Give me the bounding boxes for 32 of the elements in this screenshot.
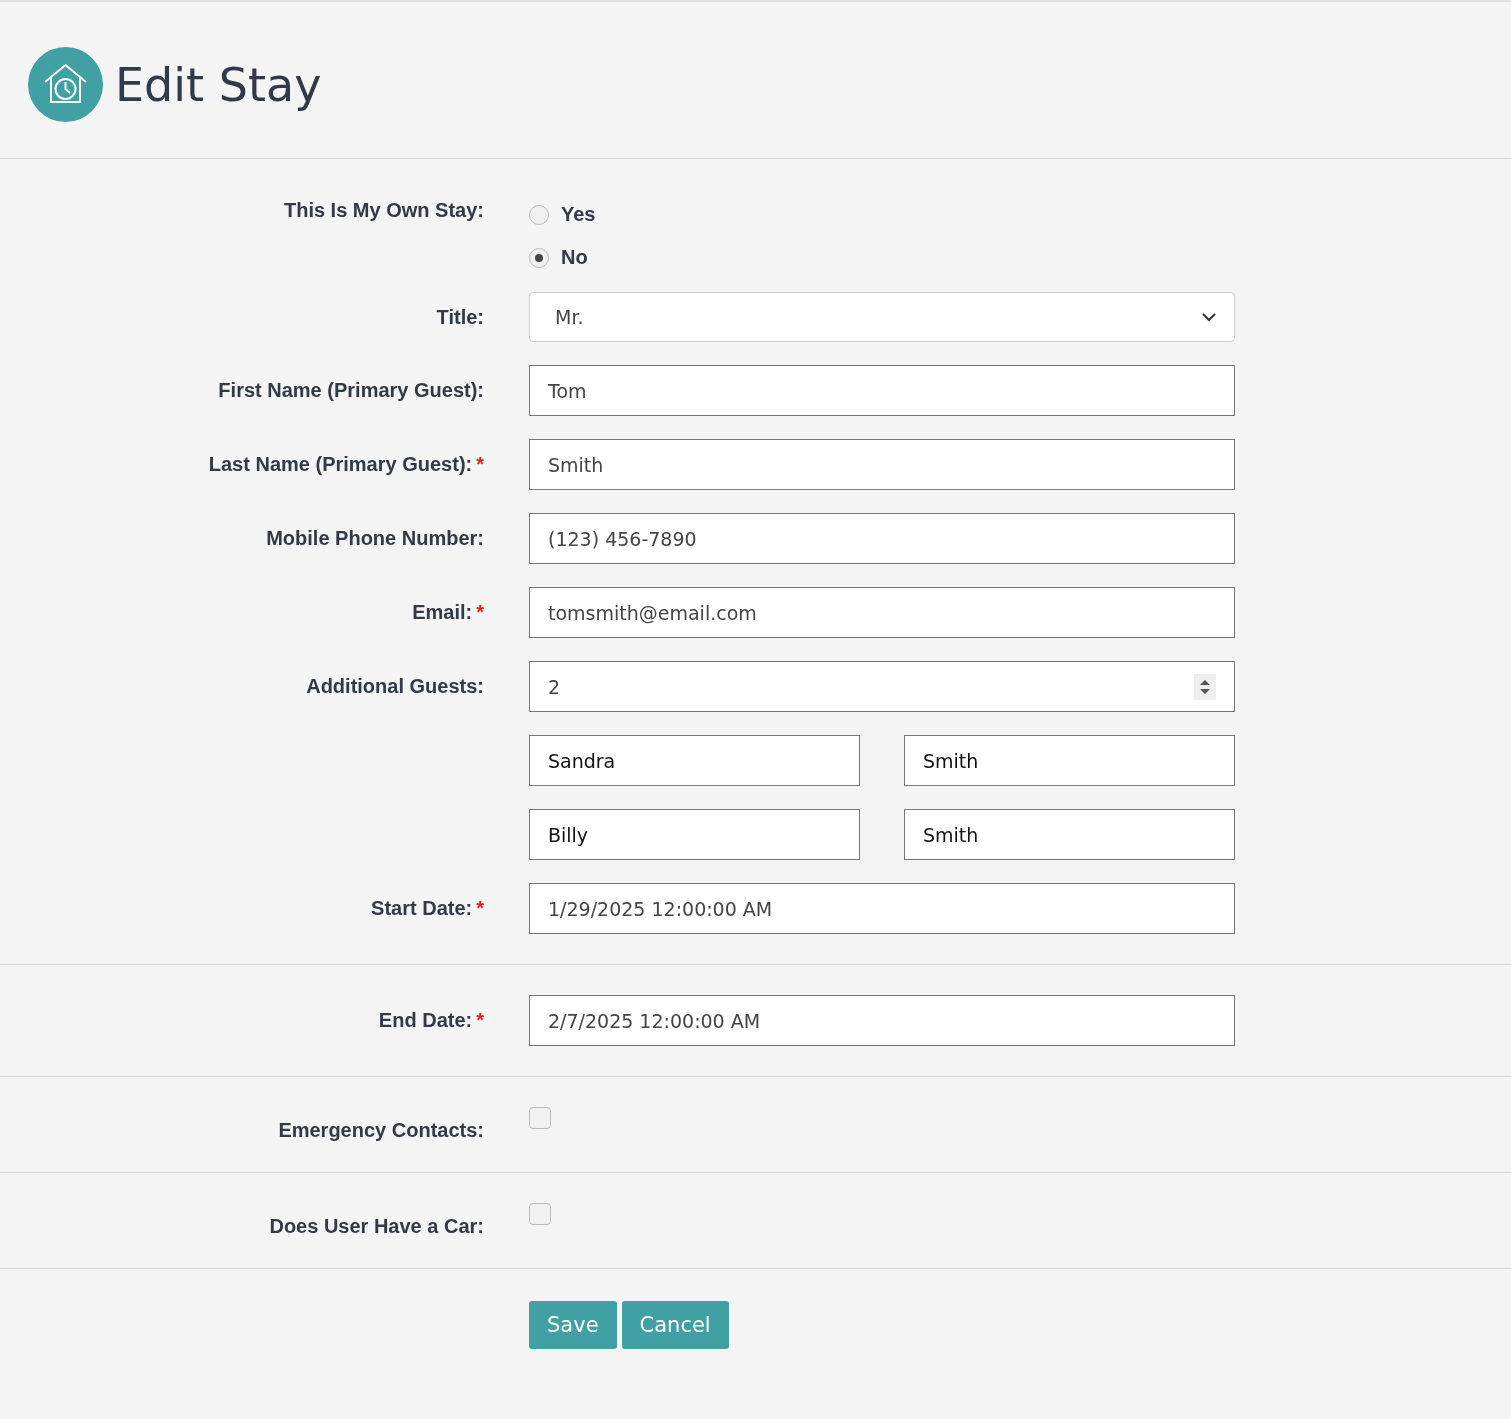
- field-label: Last Name (Primary Guest): *: [208, 453, 484, 476]
- input-field[interactable]: 2/7/2025 12:00:00 AM: [529, 995, 1235, 1046]
- checkbox[interactable]: [529, 1107, 551, 1129]
- field-label: Emergency Contacts:: [278, 1118, 484, 1142]
- field-label: This Is My Own Stay:: [283, 199, 484, 222]
- field-label: Title:: [436, 305, 484, 329]
- guest-last-name-field[interactable]: Smith: [904, 809, 1235, 860]
- chevron-down-icon: [1202, 312, 1216, 322]
- title-dropdown[interactable]: Mr.: [529, 292, 1235, 342]
- radio-button[interactable]: [529, 204, 549, 225]
- field-label: Mobile Phone Number:: [266, 527, 484, 550]
- input-field[interactable]: tomsmith@email.com: [529, 587, 1235, 638]
- page-title: Edit Stay: [115, 57, 322, 112]
- field-label: First Name (Primary Guest):: [218, 379, 484, 402]
- field-label: Start Date: *: [371, 897, 484, 920]
- radio-label: Yes: [561, 203, 596, 226]
- radio-button[interactable]: [529, 247, 549, 268]
- input-field[interactable]: 1/29/2025 12:00:00 AM: [529, 883, 1235, 934]
- guest-first-name-field[interactable]: Sandra: [529, 735, 860, 786]
- input-field[interactable]: Smith: [529, 439, 1235, 490]
- house-clock-icon: [28, 47, 103, 122]
- radio-label: No: [561, 246, 588, 269]
- field-label: Additional Guests:: [306, 675, 484, 698]
- guest-last-name-field[interactable]: Smith: [904, 735, 1235, 786]
- checkbox[interactable]: [529, 1203, 551, 1225]
- input-field[interactable]: Tom: [529, 365, 1235, 416]
- guest-first-name-field[interactable]: Billy: [529, 809, 860, 860]
- field-label: End Date: *: [378, 1009, 484, 1032]
- field-label: Does User Have a Car:: [269, 1214, 484, 1238]
- field-label: Email: *: [412, 601, 484, 624]
- number-field[interactable]: 2: [529, 661, 1235, 712]
- input-field[interactable]: (123) 456-7890: [529, 513, 1235, 564]
